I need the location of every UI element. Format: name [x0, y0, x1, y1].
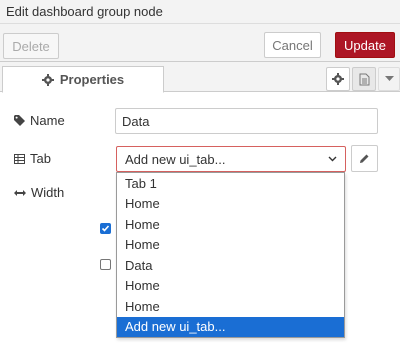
tab-properties[interactable]: Properties: [2, 66, 164, 93]
dropdown-option[interactable]: Home: [117, 235, 344, 256]
caret-down-icon: [384, 76, 394, 81]
name-field[interactable]: Data: [115, 108, 378, 134]
document-icon: [359, 73, 369, 85]
cancel-button[interactable]: Cancel: [264, 32, 321, 58]
tab-label: Tab: [30, 151, 51, 166]
arrows-horizontal-icon: [14, 189, 26, 196]
tab-label-group: Tab: [14, 151, 51, 166]
name-label: Name: [30, 113, 65, 128]
pencil-icon: [360, 154, 369, 163]
checkbox-unchecked[interactable]: [100, 259, 111, 270]
tray-header: Edit dashboard group node: [0, 0, 400, 24]
gear-icon: [41, 73, 54, 86]
table-icon: [14, 153, 25, 164]
checkbox-checked[interactable]: [100, 223, 111, 234]
edit-tab-button[interactable]: [351, 145, 378, 172]
dropdown-option[interactable]: Home: [117, 296, 344, 317]
tabs-more-button[interactable]: [378, 67, 400, 91]
delete-button[interactable]: Delete: [3, 33, 59, 59]
dropdown-option[interactable]: Tab 1: [117, 173, 344, 194]
chevron-down-icon: [328, 156, 337, 162]
dropdown-option[interactable]: Home: [117, 194, 344, 215]
dropdown-option[interactable]: Home: [117, 276, 344, 297]
tray-tabs: Properties: [0, 62, 400, 93]
name-label-group: Name: [14, 113, 65, 128]
checkmark-icon: [101, 225, 110, 232]
tab-settings[interactable]: [326, 67, 350, 91]
tray-toolbar: Delete Cancel Update: [0, 24, 400, 62]
dropdown-option[interactable]: Home: [117, 214, 344, 235]
width-label: Width: [31, 185, 65, 200]
tray-title: Edit dashboard group node: [6, 4, 163, 19]
gear-icon: [332, 73, 344, 85]
width-label-group: Width: [14, 185, 64, 200]
dropdown-option[interactable]: Data: [117, 255, 344, 276]
tab-dropdown-list: Tab 1 Home Home Home Data Home Home Add …: [116, 172, 345, 338]
tag-icon: [14, 115, 25, 126]
update-button[interactable]: Update: [335, 32, 395, 58]
tab-select[interactable]: Add new ui_tab...: [116, 146, 346, 172]
tab-select-value: Add new ui_tab...: [125, 151, 226, 167]
tab-description[interactable]: [352, 67, 376, 91]
tab-properties-label: Properties: [59, 72, 125, 87]
dropdown-option-highlighted[interactable]: Add new ui_tab...: [117, 316, 344, 337]
